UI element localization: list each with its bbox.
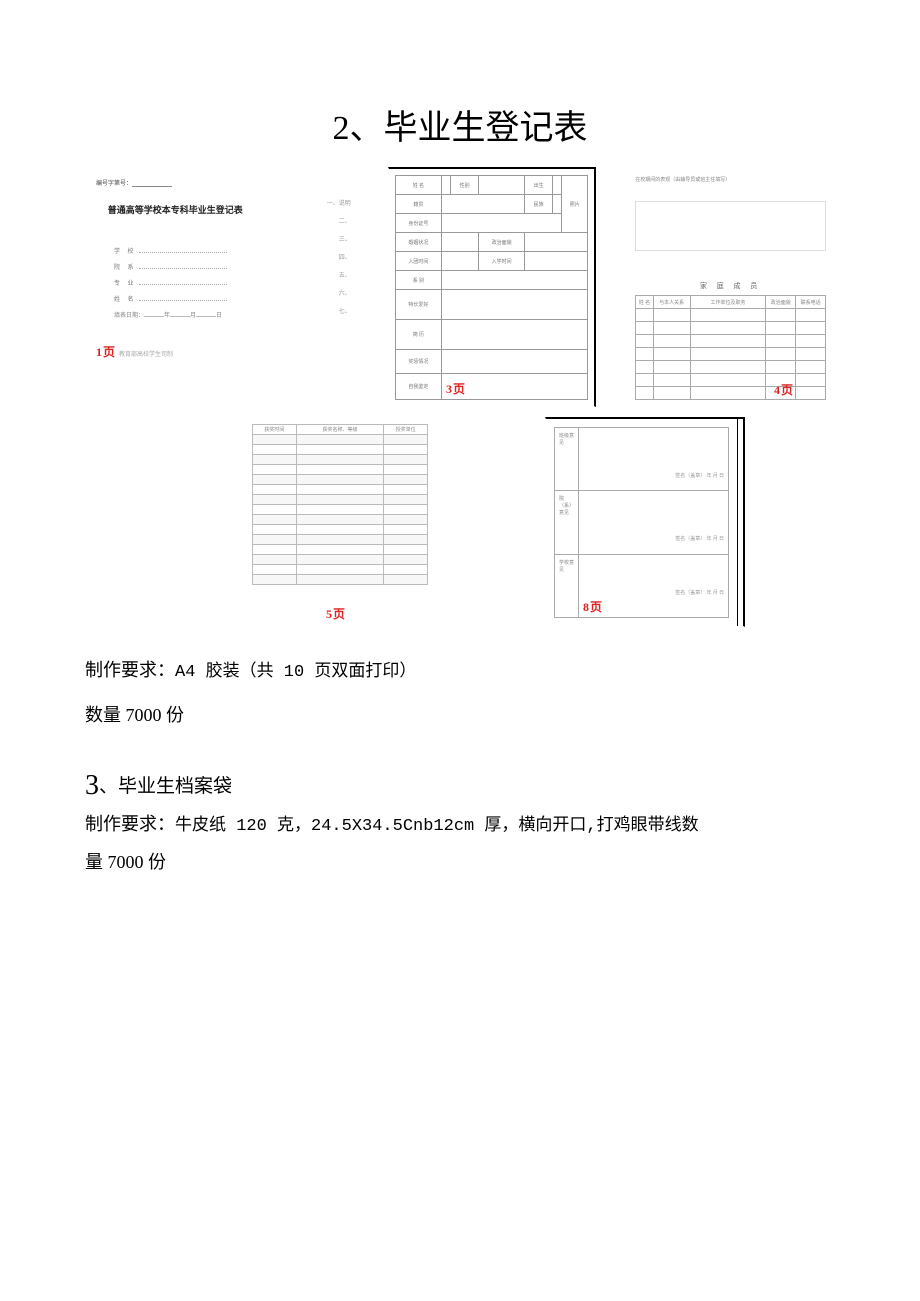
thumbnail-page-5: 获奖时间获奖名称、等级授奖单位 5页 xyxy=(245,417,435,627)
p1-top-label: 编号字第号： xyxy=(96,178,255,187)
thumbnail-page-1: 编号字第号： 普通高等学校本专科毕业生登记表 学 校 院 系 专 业 姓 名 填… xyxy=(85,167,266,407)
thumbnail-page-3: 姓 名性别出生照片 籍贯民族 身份证号 婚姻状况政治面貌 入团时间入学时间 系 … xyxy=(388,167,597,407)
p2-item: 五、 xyxy=(303,270,351,279)
p8-table: 班级意见签名（盖章） 年 月 日 院（系）意见签名（盖章） 年 月 日 学校意见… xyxy=(554,427,729,618)
sec2-requirement: 制作要求：A4 胶装（共 10 页双面打印） xyxy=(85,652,835,691)
p1-date: 填表日期：年月日 xyxy=(114,310,227,319)
sec3-heading: 3、毕业生档案袋 xyxy=(85,770,835,802)
p4-header: 在校期间的表现（由辅导员或班主任填写） xyxy=(635,176,826,183)
p4-mark: 4页 xyxy=(774,381,794,398)
p3-table: 姓 名性别出生照片 籍贯民族 身份证号 婚姻状况政治面貌 入团时间入学时间 系 … xyxy=(395,175,589,400)
thumbnail-page-2: 一、说明 二、 三、 四、 五、 六、 七、 xyxy=(296,167,358,407)
p2-item: 一、说明 xyxy=(303,198,351,207)
p1-field-name: 姓 名 xyxy=(114,294,227,303)
p5-mark: 5页 xyxy=(326,605,346,622)
p2-item: 二、 xyxy=(303,216,351,225)
p2-item: 四、 xyxy=(303,252,351,261)
thumbnail-row-1: 编号字第号： 普通高等学校本专科毕业生登记表 学 校 院 系 专 业 姓 名 填… xyxy=(85,167,835,407)
p1-title: 普通高等学校本专科毕业生登记表 xyxy=(96,203,255,216)
section-2-heading: 2、毕业生登记表 xyxy=(85,100,835,149)
sec3-quantity: 量 7000 份 xyxy=(85,844,835,880)
p2-item: 六、 xyxy=(303,288,351,297)
thumbnail-page-8: 班级意见签名（盖章） 年 月 日 院（系）意见签名（盖章） 年 月 日 学校意见… xyxy=(545,417,745,627)
p1-field-school: 学 校 xyxy=(114,246,227,255)
p2-item: 七、 xyxy=(303,306,351,315)
p2-item: 三、 xyxy=(303,234,351,243)
p1-field-dept: 院 系 xyxy=(114,262,227,271)
p1-field-major: 专 业 xyxy=(114,278,227,287)
p4-table: 姓 名与本人关系工作单位及职务政治面貌联系电话 xyxy=(635,295,826,400)
p4-mid-title: 家 庭 成 员 xyxy=(635,281,826,291)
thumbnail-row-2: 获奖时间获奖名称、等级授奖单位 5页 班级意见签名（盖章） 年 月 日 院（系）… xyxy=(245,417,835,627)
p1-footer: 1页 教育部高校学生司制 xyxy=(96,343,255,360)
sec2-quantity: 数量 7000 份 xyxy=(85,697,835,735)
thumbnail-page-4: 在校期间的表现（由辅导员或班主任填写） 家 庭 成 员 姓 名与本人关系工作单位… xyxy=(626,167,835,407)
p5-table: 获奖时间获奖名称、等级授奖单位 xyxy=(252,424,428,585)
sec3-requirement: 制作要求：牛皮纸 120 克，24.5X34.5Cnb12cm 厚，横向开口,打… xyxy=(85,806,835,844)
